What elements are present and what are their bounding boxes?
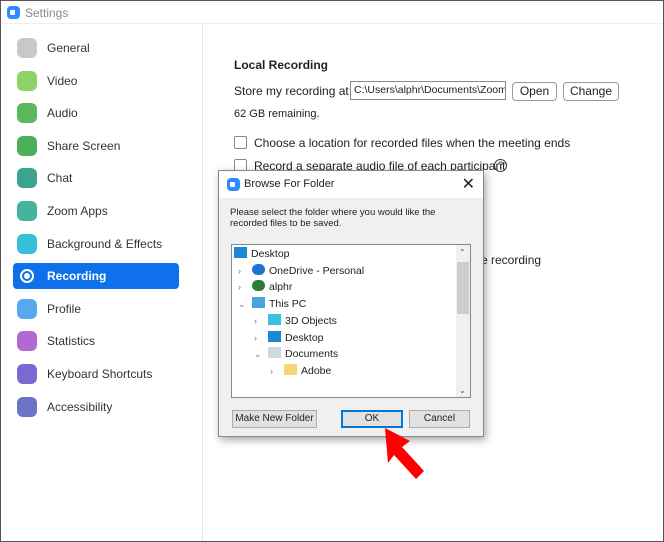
sidebar-item-recording[interactable]: Recording	[13, 263, 179, 290]
sidebar-item-label: General	[47, 41, 90, 55]
sidebar-item-share-screen[interactable]: Share Screen	[13, 133, 179, 159]
sidebar-item-label: Profile	[47, 301, 82, 316]
sidebar-item-accessibility[interactable]: Accessibility	[13, 394, 179, 420]
dialog-title-bar: Browse For Folder ✕	[219, 171, 483, 198]
chat-icon	[17, 168, 37, 189]
choose-location-label: Choose a location for recorded files whe…	[254, 136, 571, 150]
sidebar-item-statistics[interactable]: Statistics	[13, 328, 179, 354]
section-heading: Local Recording	[234, 58, 329, 72]
expand-chevron-icon[interactable]: ⌄	[238, 296, 246, 312]
recording-path-field[interactable]: C:\Users\alphr\Documents\Zoom	[350, 81, 506, 100]
scroll-up-icon[interactable]: ⌃	[459, 248, 466, 257]
sidebar-item-chat[interactable]: Chat	[13, 165, 179, 191]
close-icon[interactable]: ✕	[462, 174, 475, 194]
share-screen-icon	[17, 135, 37, 156]
tree-item[interactable]: › OneDrive - Personal	[238, 263, 365, 279]
space-remaining: 62 GB remaining.	[234, 108, 320, 120]
sidebar-item-label: Background & Effects	[47, 236, 163, 251]
sidebar-item-audio[interactable]: Audio	[13, 100, 179, 126]
recording-icon	[20, 269, 34, 284]
sidebar-item-label: Recording	[47, 269, 107, 284]
sidebar-item-zoom-apps[interactable]: Zoom Apps	[13, 198, 179, 224]
make-new-folder-button[interactable]: Make New Folder	[232, 410, 317, 428]
folder-tree[interactable]: ⌃ ⌄ Desktop › OneDrive - Personal › alphr ⌄ Th…	[231, 244, 471, 398]
sidebar-item-label: Zoom Apps	[47, 204, 108, 218]
expand-chevron-icon[interactable]: ›	[238, 263, 241, 279]
sidebar: General Video Audio Share Screen Chat Zoom Ap…	[1, 24, 203, 541]
accessibility-icon	[17, 396, 37, 417]
folder-icon	[284, 363, 297, 375]
tree-item-label: OneDrive - Personal	[269, 264, 365, 277]
tree-item[interactable]: › 3D Objects	[254, 313, 337, 329]
tree-item-label: Documents	[285, 348, 339, 361]
expand-chevron-icon[interactable]: ⌄	[254, 346, 262, 362]
sidebar-item-keyboard-shortcuts[interactable]: Keyboard Shortcuts	[13, 361, 179, 387]
sidebar-item-label: Accessibility	[47, 399, 113, 414]
tree-item[interactable]: › Adobe	[270, 363, 332, 379]
tree-item[interactable]: › Desktop	[254, 330, 324, 346]
sidebar-item-label: Share Screen	[47, 138, 121, 153]
tree-item-label: alphr	[269, 281, 293, 294]
store-label: Store my recording at:	[234, 84, 353, 98]
expand-chevron-icon[interactable]: ›	[254, 313, 257, 329]
desktop-icon	[234, 247, 247, 258]
desktop-icon	[268, 330, 281, 342]
expand-chevron-icon[interactable]: ›	[254, 330, 257, 346]
cube-icon	[268, 313, 281, 325]
change-button[interactable]: Change	[563, 82, 619, 101]
tree-item[interactable]: › alphr	[238, 279, 293, 295]
tree-item-label: This PC	[269, 298, 307, 311]
browse-for-folder-dialog: Browse For Folder ✕ Please select the fo…	[218, 170, 484, 437]
sidebar-item-video[interactable]: Video	[13, 68, 179, 94]
document-icon	[268, 347, 281, 359]
tree-item-label: 3D Objects	[285, 314, 337, 327]
profile-icon	[17, 298, 37, 319]
keyboard-shortcuts-icon	[17, 364, 37, 384]
title-bar: Settings	[1, 1, 663, 24]
red-arrow-annotation	[385, 428, 424, 479]
audio-icon	[17, 103, 37, 124]
background-effects-icon	[17, 233, 37, 254]
statistics-icon	[17, 331, 37, 352]
sidebar-item-label: Keyboard Shortcuts	[47, 367, 153, 381]
sidebar-item-label: Video	[47, 73, 78, 88]
sidebar-item-background-effects[interactable]: Background & Effects	[13, 231, 179, 257]
dialog-message: Please select the folder where you would…	[230, 207, 436, 229]
zoom-logo-icon	[7, 6, 20, 19]
tree-item[interactable]: ⌄ Documents	[254, 346, 339, 362]
scroll-down-icon[interactable]: ⌄	[459, 386, 466, 395]
sidebar-item-label: Statistics	[47, 334, 96, 349]
help-icon[interactable]: ?	[494, 159, 507, 172]
user-icon	[252, 280, 265, 292]
sidebar-item-label: Audio	[47, 106, 78, 121]
zoom-apps-icon	[17, 201, 37, 221]
video-icon	[17, 70, 37, 91]
scrollbar[interactable]: ⌃ ⌄	[456, 245, 470, 397]
tree-item-label: Desktop	[251, 248, 290, 260]
tree-item[interactable]: Desktop	[234, 246, 290, 262]
general-icon	[17, 38, 37, 58]
sidebar-item-label: Chat	[47, 171, 73, 186]
dialog-title: Browse For Folder	[244, 178, 335, 190]
sidebar-item-general[interactable]: General	[13, 35, 179, 61]
scrollbar-thumb[interactable]	[457, 262, 469, 314]
expand-chevron-icon[interactable]: ›	[270, 363, 273, 379]
choose-location-checkbox[interactable]	[234, 136, 247, 149]
tree-item-label: Adobe	[301, 364, 332, 377]
expand-chevron-icon[interactable]: ›	[238, 279, 241, 295]
partial-option-label: e recording	[481, 253, 542, 267]
zoom-logo-icon	[227, 178, 240, 191]
sidebar-item-profile[interactable]: Profile	[13, 296, 179, 322]
window-title: Settings	[25, 6, 69, 20]
cloud-icon	[252, 263, 265, 275]
tree-item-label: Desktop	[285, 331, 324, 344]
computer-icon	[252, 297, 265, 309]
tree-item[interactable]: ⌄ This PC	[238, 296, 307, 312]
open-button[interactable]: Open	[512, 82, 557, 101]
